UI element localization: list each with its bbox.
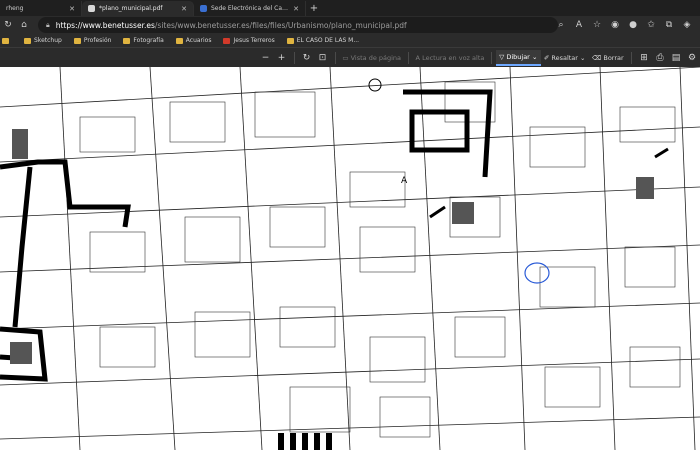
map-label: A <box>401 176 408 186</box>
profile-icon[interactable]: ● <box>626 17 640 33</box>
read-aloud-button[interactable]: A Lectura en voz alta <box>413 50 487 66</box>
highlight-button[interactable]: ✐ Resaltar ⌄ <box>541 50 589 66</box>
folder-icon <box>175 37 183 44</box>
folder-icon <box>24 37 31 44</box>
catastro-favicon-icon <box>200 5 207 12</box>
zoom-in-icon[interactable]: + <box>274 50 290 66</box>
fit-page-icon[interactable]: ⊡ <box>315 50 331 66</box>
tab-title: Sede Electrónica del Catastro - I <box>211 5 289 12</box>
page-view-icon: ▭ <box>342 53 349 62</box>
extension-icon[interactable]: ◉ <box>608 17 622 33</box>
chevron-down-icon: ⌄ <box>580 53 586 62</box>
close-icon[interactable]: ✕ <box>293 5 299 13</box>
youtube-icon <box>223 37 231 44</box>
municipal-map: A <box>0 67 700 450</box>
rotate-icon[interactable]: ↻ <box>299 50 315 66</box>
pdf-page-viewer[interactable]: A <box>0 67 700 450</box>
tab-strip: rheng ✕ *plano_municipal.pdf ✕ Sede Elec… <box>0 0 700 16</box>
bookmark-profesion[interactable]: Profesión <box>73 37 111 44</box>
copilot-icon[interactable]: ◈ <box>680 17 694 33</box>
favorites-icon[interactable]: ✩ <box>644 17 658 33</box>
tab-rheng[interactable]: rheng ✕ <box>0 1 82 16</box>
new-tab-button[interactable]: + <box>306 1 322 16</box>
tab-title: rheng <box>6 5 24 12</box>
read-aloud-icon: A <box>415 53 420 62</box>
folder-icon <box>286 37 294 44</box>
tab-plano-municipal[interactable]: *plano_municipal.pdf ✕ <box>82 1 194 16</box>
pdf-file-icon <box>88 5 95 12</box>
zoom-out-icon[interactable]: − <box>258 50 274 66</box>
close-icon[interactable]: ✕ <box>181 5 187 13</box>
bookmark-sketchup[interactable]: Sketchup <box>24 37 62 44</box>
chevron-down-icon: ⌄ <box>531 52 538 61</box>
bookmark-folder[interactable] <box>2 37 12 44</box>
save-icon[interactable]: ▤ <box>668 50 684 66</box>
close-icon[interactable]: ✕ <box>69 5 75 13</box>
url-path: /sites/www.benetusser.es/files/files/Urb… <box>154 20 407 30</box>
draw-button[interactable]: ▽ Dibujar ⌄ <box>495 49 541 66</box>
tab-title: *plano_municipal.pdf <box>99 5 163 12</box>
page-view-button[interactable]: ▭ Vista de página <box>340 50 404 66</box>
bookmarks-bar: Sketchup Profesión Fotografía Acuarios J… <box>0 34 700 48</box>
browser-tools: ⌕ A ☆ ◉ ● ✩ ⧉ ◈ <box>554 17 694 33</box>
bookmark-jesus-terreros[interactable]: Jesus Terreros <box>223 37 275 44</box>
favorite-star-icon[interactable]: ☆ <box>590 17 604 33</box>
url-host: https://www.benetusser.es <box>55 20 155 30</box>
pdf-toolbar: − + ↻ ⊡ ▭ Vista de página A Lectura en v… <box>0 48 700 67</box>
search-icon[interactable]: ⌕ <box>554 17 568 33</box>
folder-icon <box>73 37 81 44</box>
tab-catastro[interactable]: Sede Electrónica del Catastro - I ✕ <box>194 1 306 16</box>
more-tools-icon[interactable]: ⊞ <box>636 50 652 66</box>
erase-button[interactable]: ⌫ Borrar <box>589 50 627 66</box>
highlighter-icon: ✐ <box>543 53 550 62</box>
home-icon[interactable]: ⌂ <box>16 17 32 33</box>
read-aloud-icon[interactable]: A <box>572 17 586 33</box>
folder-icon <box>123 37 131 44</box>
navigation-bar: ↻ ⌂ 🔒︎ https://www.benetusser.es/sites/w… <box>0 16 700 34</box>
print-icon[interactable]: ⎙ <box>652 50 668 66</box>
bookmark-el-caso[interactable]: EL CASO DE LAS M... <box>286 37 359 44</box>
settings-icon[interactable]: ⚙ <box>684 50 700 66</box>
draw-pen-icon: ▽ <box>499 52 505 61</box>
lock-icon[interactable]: 🔒︎ <box>46 21 50 30</box>
refresh-icon[interactable]: ↻ <box>0 17 16 33</box>
bookmark-acuarios[interactable]: Acuarios <box>175 37 211 44</box>
bookmark-fotografia[interactable]: Fotografía <box>123 37 164 44</box>
folder-icon <box>2 37 9 44</box>
address-bar[interactable]: 🔒︎ https://www.benetusser.es/sites/www.b… <box>38 17 558 33</box>
eraser-icon: ⌫ <box>592 53 602 62</box>
collections-icon[interactable]: ⧉ <box>662 17 676 33</box>
